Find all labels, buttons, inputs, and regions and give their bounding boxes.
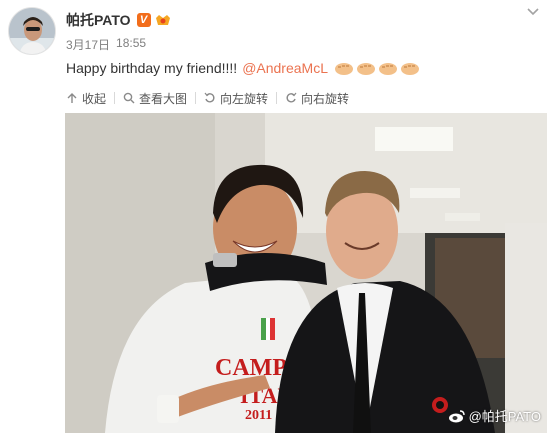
divider: [114, 92, 116, 104]
fist-bump-icon: [335, 63, 353, 75]
post-photo[interactable]: CAMPIO ITALI 2011 @帕托PATO: [65, 113, 547, 433]
avatar-photo: [9, 8, 55, 54]
divider: [276, 92, 278, 104]
post-message: Happy birthday my friend!!!!: [66, 60, 238, 76]
rotate-right-button[interactable]: 向右旋转: [285, 90, 349, 107]
rotate-left-button[interactable]: 向左旋转: [204, 90, 268, 107]
fist-bump-icon: [401, 63, 419, 75]
rotate-right-label: 向右旋转: [301, 91, 350, 106]
username-link[interactable]: 帕托PATO: [66, 10, 131, 30]
view-large-label: 查看大图: [139, 91, 188, 106]
image-toolbar: 收起 查看大图 向左旋转 向右旋转: [66, 89, 349, 107]
chevron-down-icon[interactable]: [526, 6, 540, 18]
divider: [195, 92, 197, 104]
vip-badge-icon[interactable]: [154, 13, 172, 27]
fist-bump-icon: [357, 63, 375, 75]
fist-bump-icon: [379, 63, 397, 75]
collapse-icon: [67, 93, 77, 103]
post-text: Happy birthday my friend!!!! @AndreaMcL: [66, 58, 420, 78]
mention-link[interactable]: @AndreaMcL: [242, 60, 328, 76]
watermark-text: @帕托PATO: [468, 409, 541, 424]
verified-badge-icon[interactable]: V: [136, 13, 151, 27]
view-large-button[interactable]: 查看大图: [123, 90, 187, 107]
post-date[interactable]: 3月17日: [66, 36, 110, 53]
post-time[interactable]: 18:55: [116, 36, 146, 53]
shirt-number: 2011: [245, 408, 272, 423]
weibo-logo-icon: [448, 409, 465, 422]
rotate-left-label: 向左旋转: [220, 91, 269, 106]
rotate-left-icon: [204, 92, 215, 103]
avatar[interactable]: [8, 7, 56, 55]
rotate-right-icon: [286, 92, 297, 103]
collapse-button[interactable]: 收起: [66, 90, 106, 107]
photo-illustration: CAMPIO ITALI 2011: [65, 113, 547, 433]
collapse-label: 收起: [82, 91, 107, 106]
search-icon: [123, 92, 135, 104]
photo-watermark: @帕托PATO: [448, 406, 541, 425]
